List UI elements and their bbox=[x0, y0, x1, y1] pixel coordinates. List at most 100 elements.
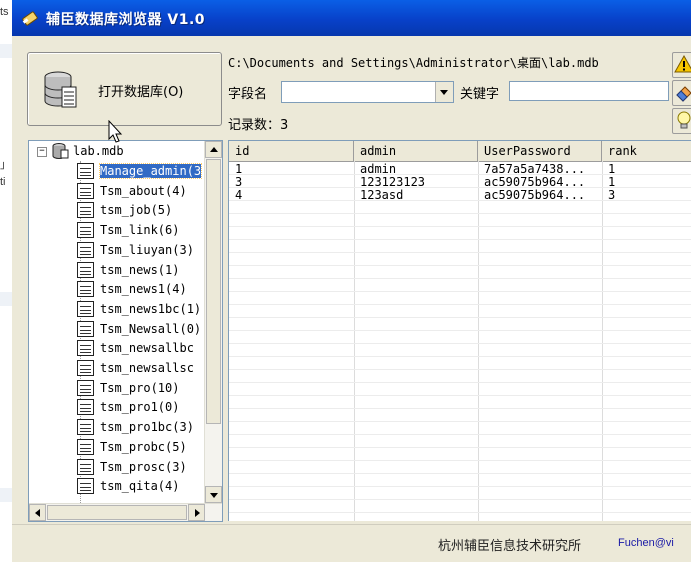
tree-item[interactable]: tsm_pro1(0) bbox=[29, 397, 205, 417]
database-icon bbox=[44, 71, 77, 108]
table-icon bbox=[77, 202, 94, 219]
tree-item[interactable]: Tsm_about(4) bbox=[29, 181, 205, 201]
tree-item[interactable]: tsm_news(1) bbox=[29, 260, 205, 280]
row-divider bbox=[229, 213, 691, 214]
background-text: ti bbox=[0, 176, 6, 188]
tree-item[interactable]: tsm_qita(4) bbox=[29, 476, 205, 496]
tree-item[interactable]: Tsm_Newsall(0) bbox=[29, 319, 205, 339]
company-name: 杭州辅臣信息技术研究所 bbox=[438, 539, 582, 554]
column-divider bbox=[602, 161, 603, 521]
help-button[interactable] bbox=[672, 108, 691, 134]
tree-item[interactable]: tsm_newsallsc bbox=[29, 358, 205, 378]
row-divider bbox=[229, 200, 691, 201]
tree-horizontal-scrollbar[interactable] bbox=[29, 503, 222, 521]
row-divider bbox=[229, 239, 691, 240]
row-divider bbox=[229, 512, 691, 513]
table-icon bbox=[77, 241, 94, 258]
grid-header: id admin UserPassword rank bbox=[229, 141, 691, 162]
field-name-label: 字段名 bbox=[228, 87, 268, 102]
background-text: 」 bbox=[0, 159, 11, 171]
row-divider bbox=[229, 369, 691, 370]
row-divider bbox=[229, 499, 691, 500]
status-bar: 杭州辅臣信息技术研究所 Fuchen@vi bbox=[12, 524, 691, 562]
chevron-down-icon bbox=[440, 90, 448, 95]
open-database-button[interactable]: 打开数据库(O) bbox=[27, 52, 222, 126]
app-icon bbox=[22, 11, 38, 26]
tree-root-label: lab.mdb bbox=[73, 144, 124, 158]
row-divider bbox=[229, 421, 691, 422]
window-title: 辅臣数据库浏览器 V1.0 bbox=[46, 12, 206, 28]
warning-icon bbox=[674, 54, 691, 73]
row-divider bbox=[229, 174, 691, 175]
tree-item[interactable]: tsm_news1(4) bbox=[29, 279, 205, 299]
title-bar[interactable]: 辅臣数据库浏览器 V1.0 bbox=[12, 0, 691, 36]
warning-button[interactable] bbox=[672, 52, 691, 78]
tree-item-label: tsm_pro1(0) bbox=[100, 400, 180, 415]
tree-item-label: Tsm_liuyan(3) bbox=[100, 242, 194, 257]
keyword-input[interactable] bbox=[509, 81, 669, 101]
tree-item[interactable]: Manage_admin(3 bbox=[29, 161, 205, 181]
background-band bbox=[0, 488, 12, 502]
scroll-left-button[interactable] bbox=[29, 504, 46, 521]
table-icon bbox=[77, 182, 94, 199]
tree-item[interactable]: Tsm_probc(5) bbox=[29, 437, 205, 457]
table-tree: − lab.mdb Manage_admin(3 Tsm_about(4) tsm_… bbox=[28, 140, 223, 522]
chevron-down-icon bbox=[210, 493, 218, 498]
clear-button[interactable] bbox=[672, 80, 691, 106]
row-divider bbox=[229, 317, 691, 318]
row-divider bbox=[229, 382, 691, 383]
tree-item[interactable]: Tsm_link(6) bbox=[29, 220, 205, 240]
row-divider bbox=[229, 447, 691, 448]
tree-item[interactable]: Tsm_pro(10) bbox=[29, 378, 205, 398]
tree-item[interactable]: tsm_job(5) bbox=[29, 200, 205, 220]
row-divider bbox=[229, 473, 691, 474]
table-icon bbox=[77, 300, 94, 317]
row-divider bbox=[229, 291, 691, 292]
database-path: C:\Documents and Settings\Administrator\… bbox=[228, 56, 599, 70]
collapse-icon[interactable]: − bbox=[37, 147, 47, 157]
scroll-right-button[interactable] bbox=[188, 504, 205, 521]
row-divider bbox=[229, 408, 691, 409]
row-divider bbox=[229, 343, 691, 344]
scroll-up-button[interactable] bbox=[205, 141, 222, 158]
watermark-text: Fuchen@vi bbox=[618, 537, 674, 549]
table-icon bbox=[77, 478, 94, 495]
tree-item[interactable]: tsm_newsallbc bbox=[29, 338, 205, 358]
table-icon bbox=[77, 438, 94, 455]
row-divider bbox=[229, 278, 691, 279]
tree-item-label: Tsm_about(4) bbox=[100, 183, 187, 198]
row-divider bbox=[229, 330, 691, 331]
eraser-icon bbox=[676, 86, 691, 102]
column-header[interactable]: id bbox=[229, 141, 354, 161]
scroll-thumb[interactable] bbox=[206, 159, 221, 424]
tree-item-label: Tsm_pro(10) bbox=[100, 380, 180, 395]
tree-item[interactable]: Tsm_liuyan(3) bbox=[29, 240, 205, 260]
column-header[interactable]: admin bbox=[354, 141, 478, 161]
tree-vertical-scrollbar[interactable] bbox=[204, 141, 222, 503]
scroll-thumb[interactable] bbox=[47, 505, 187, 520]
column-divider bbox=[478, 161, 479, 521]
tree-item-label: Tsm_probc(5) bbox=[100, 439, 187, 454]
row-divider bbox=[229, 486, 691, 487]
scroll-down-button[interactable] bbox=[205, 486, 222, 503]
table-cell: 3 bbox=[608, 188, 616, 202]
row-divider bbox=[229, 252, 691, 253]
column-header[interactable]: rank bbox=[602, 141, 691, 161]
database-icon bbox=[52, 143, 69, 159]
tree-item[interactable]: tsm_pro1bc(3) bbox=[29, 417, 205, 437]
tree-items: − lab.mdb Manage_admin(3 Tsm_about(4) tsm_… bbox=[29, 141, 205, 503]
table-icon bbox=[77, 261, 94, 278]
table-cell: ac59075b964... bbox=[484, 188, 586, 202]
row-divider bbox=[229, 395, 691, 396]
column-header[interactable]: UserPassword bbox=[478, 141, 602, 161]
row-divider bbox=[229, 356, 691, 357]
field-name-select[interactable] bbox=[281, 81, 454, 103]
tree-item[interactable]: tsm_news1bc(1) bbox=[29, 299, 205, 319]
tree-item[interactable]: Tsm_prosc(3) bbox=[29, 457, 205, 477]
tree-item-label: tsm_pro1bc(3) bbox=[100, 420, 194, 435]
data-grid: id admin UserPassword rank 1 admin 7a57a5a743… bbox=[228, 140, 691, 521]
table-icon bbox=[77, 419, 94, 436]
dropdown-arrow-button[interactable] bbox=[435, 82, 453, 102]
row-divider bbox=[229, 226, 691, 227]
chevron-right-icon bbox=[195, 509, 200, 517]
